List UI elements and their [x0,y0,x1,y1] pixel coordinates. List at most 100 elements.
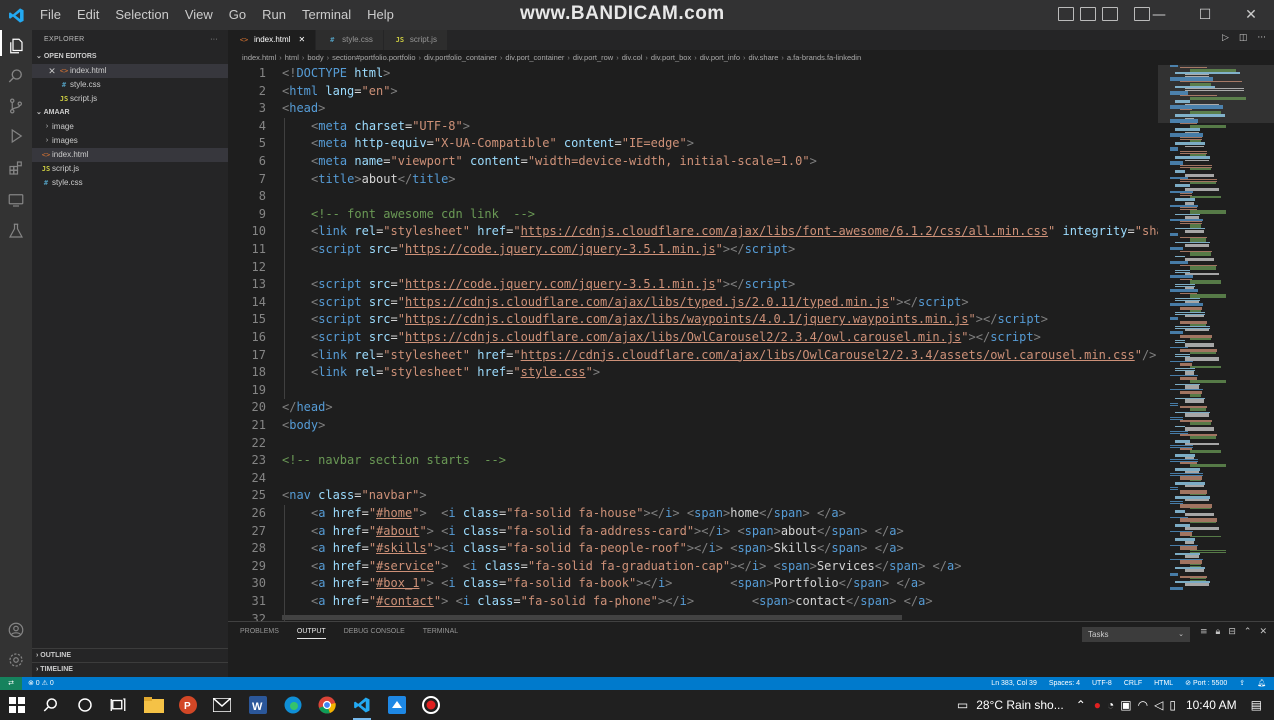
breadcrumb-item[interactable]: html [285,53,299,62]
app-window-icon[interactable] [380,690,414,720]
chevron-up-icon[interactable]: ⌃ [1076,698,1086,712]
breadcrumb-item[interactable]: body [307,53,323,62]
maximize-panel-icon[interactable]: ⌃ [1244,627,1252,637]
breadcrumb-item[interactable]: div.port_container [505,53,564,62]
mail-icon[interactable] [205,690,239,720]
menu-help[interactable]: Help [359,0,402,30]
camera-icon[interactable]: ▣ [1120,698,1131,712]
breadcrumb-item[interactable]: div.port_box [651,53,691,62]
wifi-icon[interactable]: ◠ [1138,698,1148,712]
breadcrumb-item[interactable]: div.port_info [700,53,740,62]
close-icon[interactable]: ✕ [46,64,58,78]
encoding[interactable]: UTF-8 [1092,677,1112,690]
file-explorer-icon[interactable] [137,690,171,720]
remote-explorer-icon[interactable] [0,184,32,216]
toggle-panel-icon[interactable] [1080,7,1096,21]
network-icon[interactable]: ◔ [1107,698,1114,712]
timeline-section[interactable]: › TIMELINE [32,662,228,676]
chrome-icon[interactable] [310,690,344,720]
menu-view[interactable]: View [177,0,221,30]
word-icon[interactable]: W [241,690,275,720]
panel-tab-output[interactable]: OUTPUT [296,628,326,639]
more-actions-icon[interactable]: ··· [1257,33,1266,43]
folder-item[interactable]: › images [32,134,228,148]
split-editor-icon[interactable]: ◫ [1239,33,1248,43]
battery-icon[interactable]: ▯ [1169,698,1176,712]
clear-output-icon[interactable]: ⊟ [1228,627,1236,637]
task-view-icon[interactable] [101,690,135,720]
close-panel-icon[interactable]: ✕ [1259,627,1267,637]
edge-browser-icon[interactable] [276,690,310,720]
windows-start-icon[interactable] [0,690,34,720]
panel-tab-problems[interactable]: PROBLEMS [240,628,279,639]
toggle-secondary-sidebar-icon[interactable] [1102,7,1118,21]
problems-indicator[interactable]: ⊗ 0 ⚠ 0 [28,677,54,690]
close-icon[interactable]: ✕ [298,30,305,50]
live-server-port[interactable]: ⊘ Port : 5500 [1185,677,1227,690]
open-editor-item[interactable]: # style.css [32,78,228,92]
widgets-icon[interactable]: ▭ [957,698,968,712]
feedback-icon[interactable]: ⇪ [1239,677,1245,690]
recording-icon[interactable]: ● [1094,698,1101,712]
open-editor-item[interactable]: ✕ <> index.html [32,64,228,78]
tab-index-html[interactable]: <> index.html ✕ [228,30,317,50]
tab-script-js[interactable]: JS script.js [383,30,448,50]
maximize-button[interactable]: ☐ [1182,0,1228,30]
speaker-icon[interactable]: ◁ [1154,698,1163,712]
breadcrumb-item[interactable]: div.portfolio_container [424,53,497,62]
toggle-primary-sidebar-icon[interactable] [1058,7,1074,21]
explorer-more-actions-icon[interactable]: ··· [210,30,218,50]
minimap[interactable] [1158,65,1274,621]
breadcrumb-item[interactable]: index.html [242,53,276,62]
file-item[interactable]: # style.css [32,176,228,190]
search-icon[interactable] [0,60,32,92]
open-editors-header[interactable]: ⌄ OPEN EDITORS [32,50,228,64]
run-icon[interactable]: ▷ [1222,33,1229,43]
notifications-icon[interactable]: 🔔︎ [1257,677,1266,690]
close-button[interactable]: ✕ [1228,0,1274,30]
cursor-position[interactable]: Ln 383, Col 39 [991,677,1037,690]
menu-edit[interactable]: Edit [69,0,107,30]
outline-section[interactable]: › OUTLINE [32,648,228,662]
weather-text[interactable]: 28°C Rain sho... [976,698,1064,712]
open-editor-item[interactable]: JS script.js [32,92,228,106]
clock[interactable]: 10:40 AM [1186,698,1237,712]
end-of-line[interactable]: CRLF [1124,677,1142,690]
tab-style-css[interactable]: # style.css [316,30,384,50]
cortana-icon[interactable] [68,690,102,720]
menu-file[interactable]: File [32,0,69,30]
file-item[interactable]: JS script.js [32,162,228,176]
folder-header[interactable]: ⌄ AMAAR [32,106,228,120]
account-icon[interactable] [0,614,32,646]
run-debug-icon[interactable] [0,120,32,152]
settings-gear-icon[interactable] [0,644,32,676]
explorer-icon[interactable] [0,30,32,62]
panel-tab-terminal[interactable]: TERMINAL [423,628,458,639]
breadcrumb-item[interactable]: section#portfolio.portfolio [332,53,415,62]
extensions-icon[interactable] [0,152,32,184]
vscode-taskbar-icon[interactable] [345,690,379,720]
menu-selection[interactable]: Selection [107,0,176,30]
breadcrumb-item[interactable]: a.fa-brands.fa-linkedin [787,53,861,62]
remote-indicator[interactable]: ⇄ [0,677,22,690]
breadcrumb-item[interactable]: div.col [622,53,643,62]
menu-run[interactable]: Run [254,0,294,30]
minimize-button[interactable]: — [1136,0,1182,30]
lock-icon[interactable]: 🔒︎ [1216,627,1221,637]
notification-center-icon[interactable]: ▤ [1251,698,1262,712]
filter-list-icon[interactable]: ≡ [1200,627,1208,637]
source-control-icon[interactable] [0,90,32,122]
folder-item[interactable]: › image [32,120,228,134]
code-editor[interactable]: 1 <!DOCTYPE html> 2 <html lang="en"> 3 <head>… [228,65,1158,621]
indentation[interactable]: Spaces: 4 [1049,677,1080,690]
output-channel-select[interactable]: Tasks ⌄ [1082,627,1190,642]
breadcrumb-item[interactable]: div.share [749,53,779,62]
test-icon[interactable] [0,215,32,247]
powerpoint-icon[interactable]: P [171,690,205,720]
breadcrumb-item[interactable]: div.port_row [573,53,613,62]
file-item[interactable]: <> index.html [32,148,228,162]
menu-go[interactable]: Go [221,0,254,30]
taskbar-search-icon[interactable] [34,690,68,720]
language-mode[interactable]: HTML [1154,677,1173,690]
panel-tab-debug-console[interactable]: DEBUG CONSOLE [344,628,405,639]
